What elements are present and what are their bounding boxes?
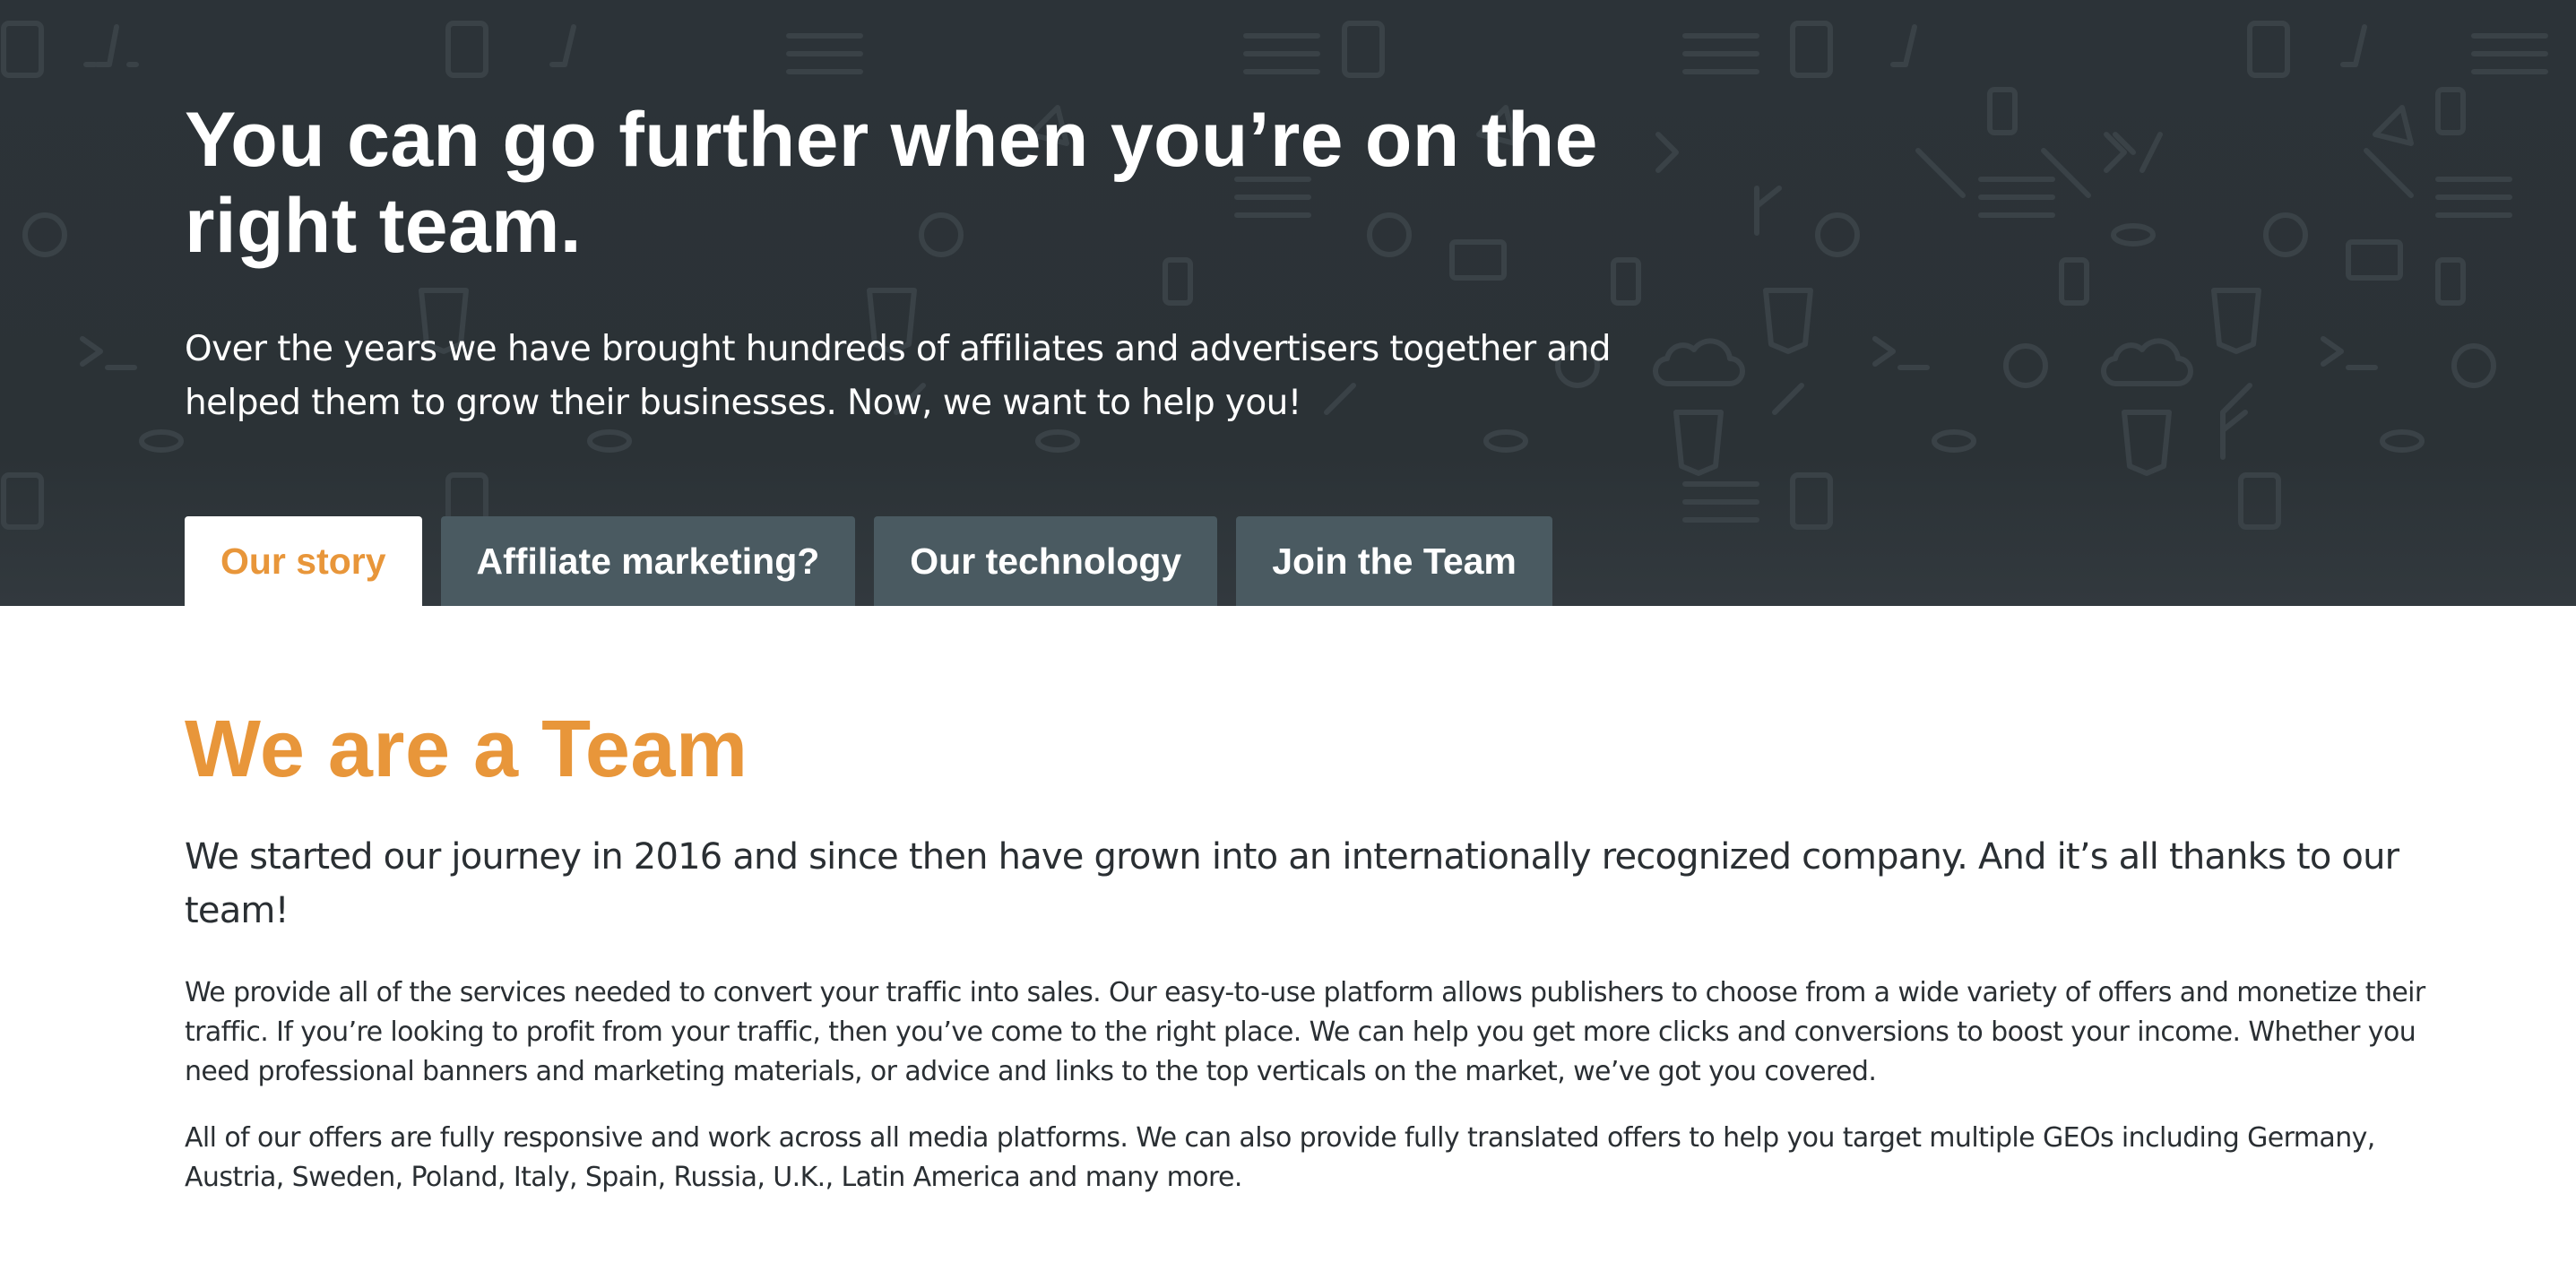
section-title: We are a Team — [185, 705, 748, 794]
phone-icon — [2435, 257, 2466, 306]
database-icon — [1932, 429, 1976, 453]
tablet-icon — [445, 21, 488, 78]
sliders-icon — [2471, 33, 2548, 74]
database-icon — [2111, 223, 2156, 246]
sliders-icon — [2435, 177, 2512, 218]
gear-icon — [22, 212, 67, 257]
terminal-icon — [80, 336, 137, 370]
lead-paragraph: We started our journey in 2016 and since… — [185, 836, 2399, 931]
sliders-icon — [1682, 33, 1759, 74]
hero-subtitle: Over the years we have brought hundreds … — [185, 329, 1612, 423]
html5-icon — [2211, 288, 2261, 354]
body-paragraph: We provide all of the services needed to… — [185, 977, 2425, 1087]
gear-icon — [2451, 343, 2496, 388]
hero-content: You can go further when you’re on the ri… — [185, 97, 1708, 430]
git-branch-icon — [1754, 186, 2248, 460]
tab-affiliate-marketing[interactable]: Affiliate marketing? — [440, 516, 856, 606]
gear-icon — [1815, 212, 1860, 257]
terminal-icon — [1872, 336, 1930, 370]
hero-title: You can go further when you’re on the ri… — [185, 97, 1598, 269]
sliders-icon — [1978, 177, 2055, 218]
monitor-icon — [2346, 239, 2403, 281]
content-section: We are a Team We started our journey in … — [185, 606, 2425, 1198]
tab-bar: Our story Affiliate marketing? Our techn… — [185, 516, 1552, 606]
code-icon — [549, 24, 576, 67]
gear-icon — [2003, 343, 2048, 388]
phone-icon — [1987, 87, 2018, 135]
tablet-icon — [1790, 472, 1833, 530]
hero-section: You can go further when you’re on the ri… — [0, 0, 2576, 606]
phone-icon — [2059, 257, 2089, 306]
code-icon — [83, 24, 139, 67]
css3-icon — [2122, 410, 2172, 476]
sliders-icon — [1682, 481, 1759, 523]
tablet-icon — [1790, 21, 1833, 78]
database-icon — [1483, 429, 1528, 453]
tablet-icon — [1, 21, 44, 78]
database-icon — [2380, 429, 2425, 453]
database-icon — [587, 429, 632, 453]
tablet-icon — [1342, 21, 1385, 78]
body-paragraph: All of our offers are fully responsive a… — [185, 1122, 2375, 1193]
code-icon — [1890, 24, 1917, 67]
tablet-icon — [2247, 21, 2290, 78]
phone-icon — [2435, 87, 2466, 135]
tablet-icon — [2238, 472, 2281, 530]
database-icon — [1035, 429, 1080, 453]
tab-join-the-team[interactable]: Join the Team — [1236, 516, 1552, 606]
terminal-icon — [2321, 336, 2378, 370]
gear-icon — [2263, 212, 2308, 257]
sliders-icon — [786, 33, 863, 74]
wrench-icon — [1915, 148, 2414, 198]
sliders-icon — [1243, 33, 1320, 74]
code-icon — [2340, 24, 2367, 67]
tablet-icon — [1, 472, 44, 530]
html5-icon — [1763, 288, 1813, 354]
database-icon — [139, 429, 184, 453]
tab-our-story[interactable]: Our story — [185, 516, 422, 606]
tab-our-technology[interactable]: Our technology — [874, 516, 1218, 606]
cloud-icon — [2100, 338, 2193, 387]
